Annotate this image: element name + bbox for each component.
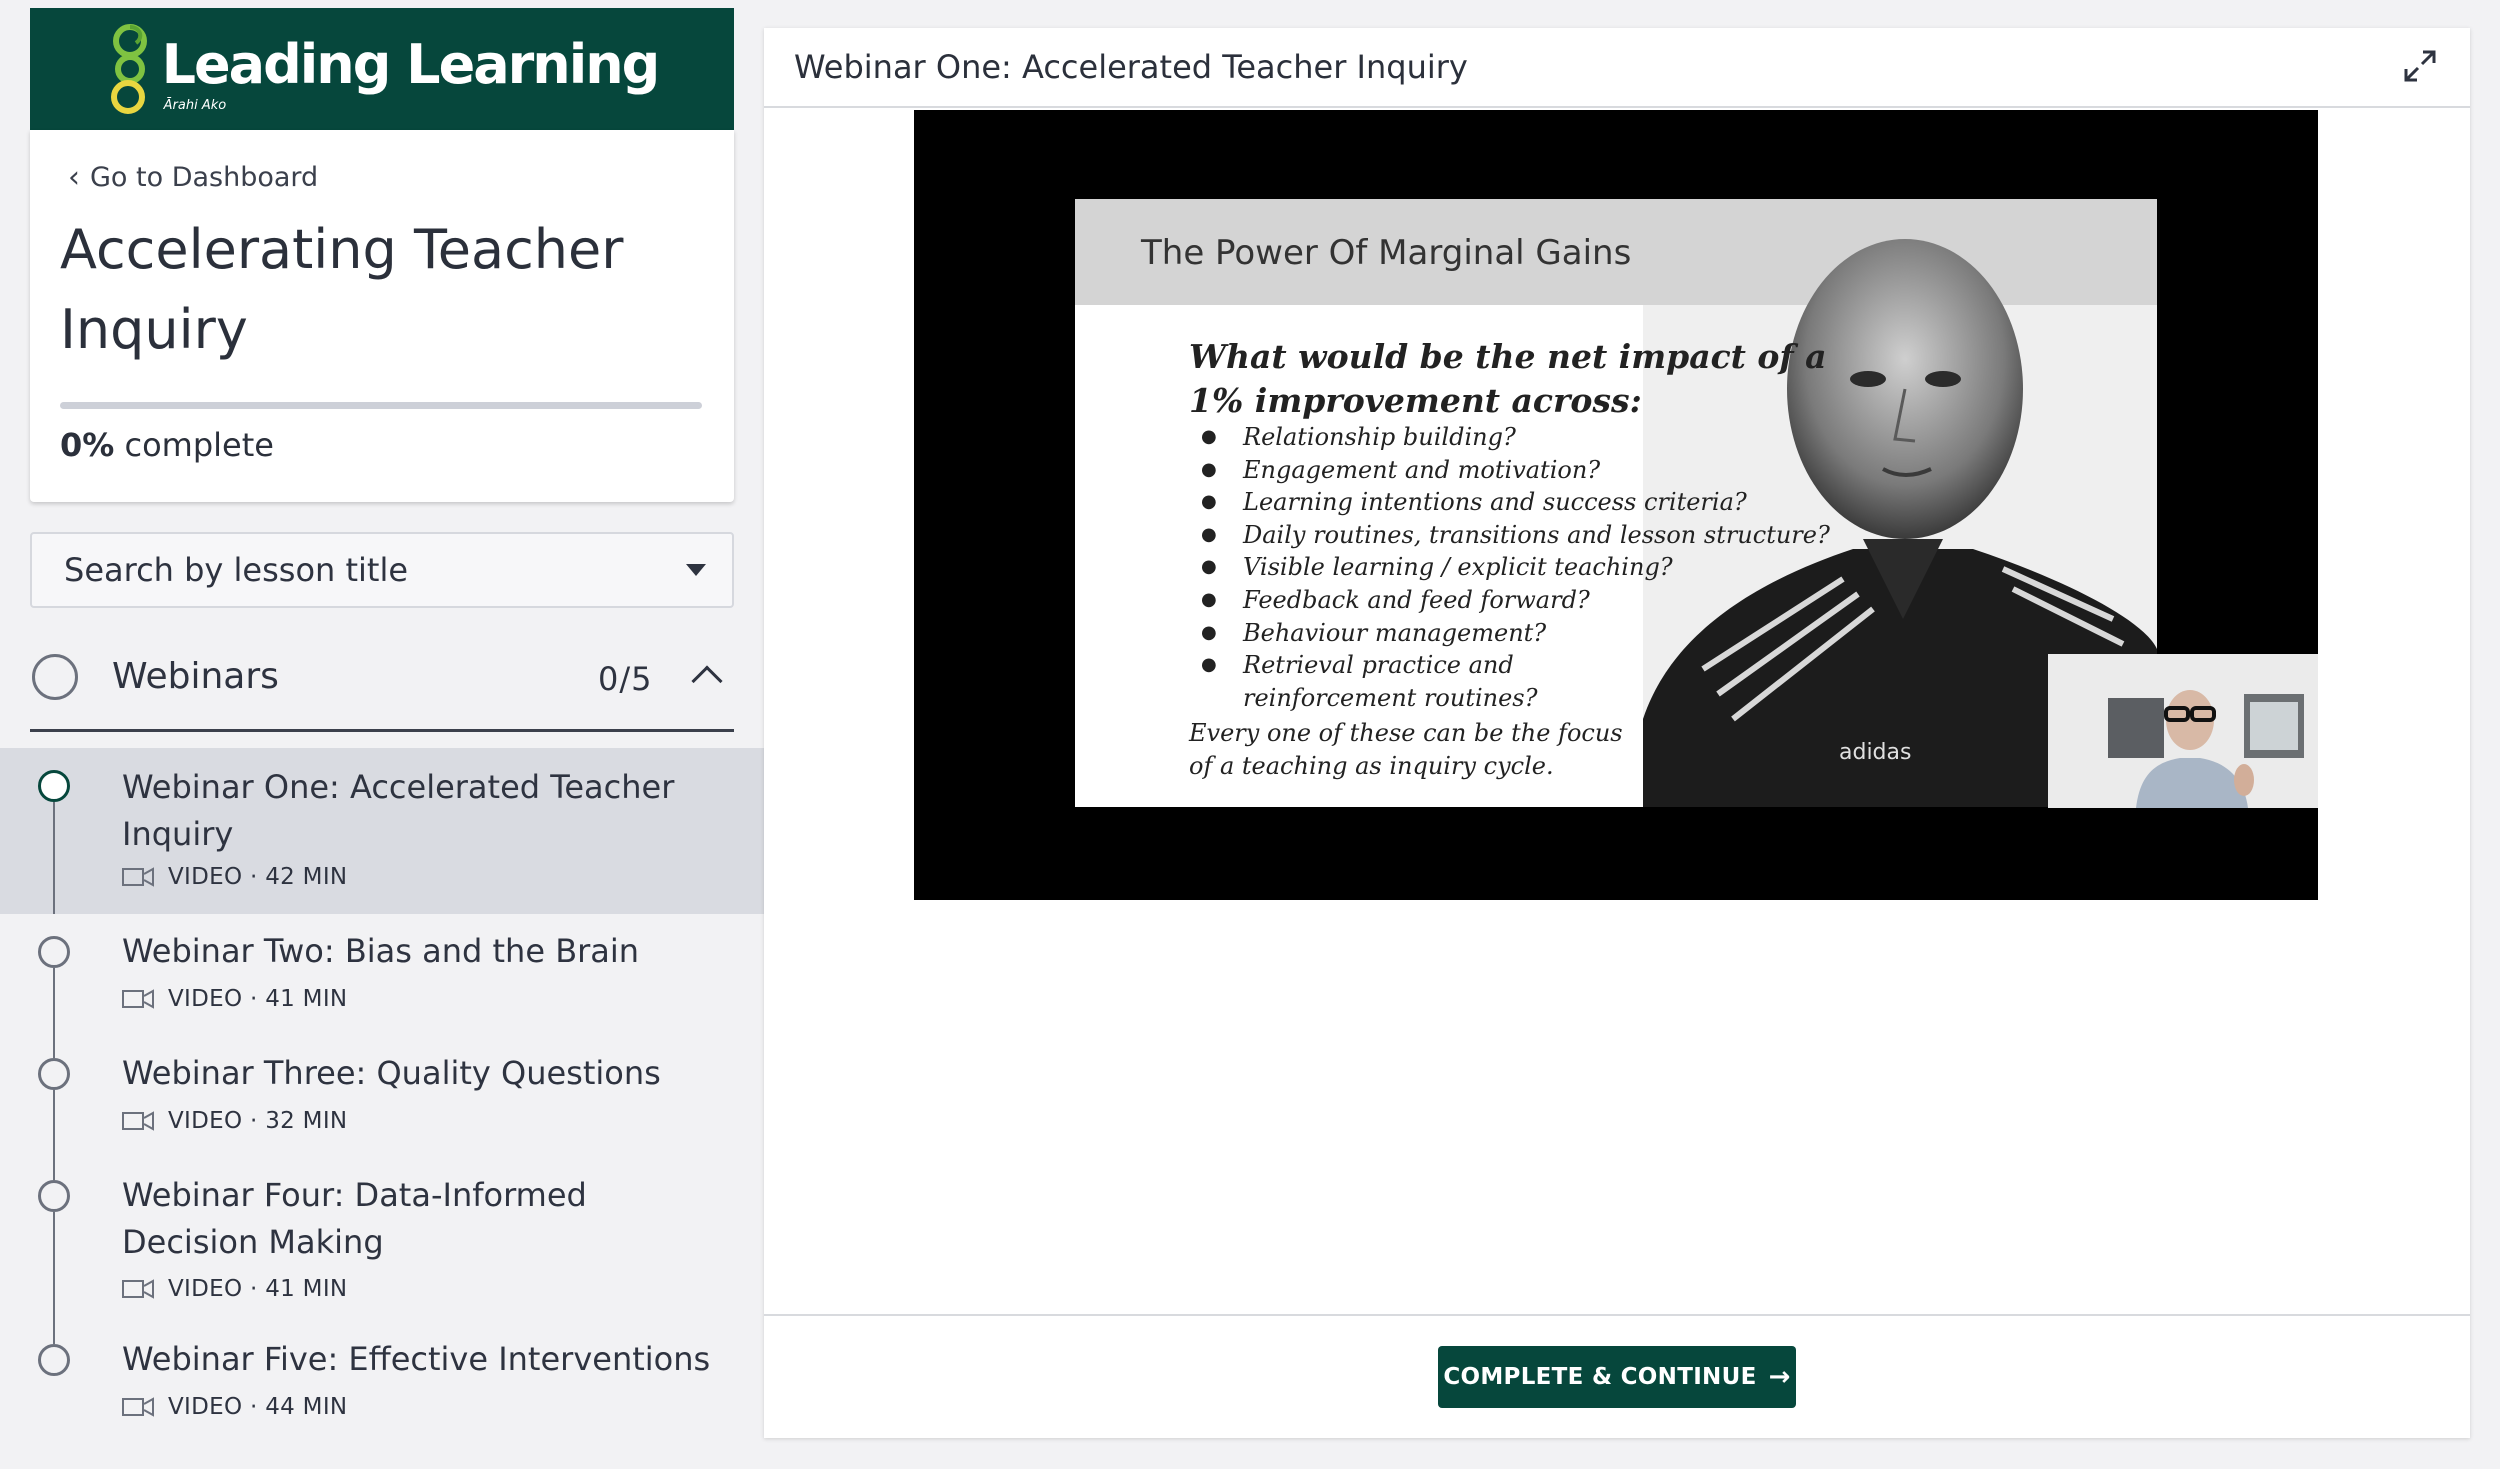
progress-bar bbox=[60, 402, 702, 409]
lesson-list: Webinar One: Accelerated Teacher Inquiry… bbox=[0, 748, 764, 1448]
lesson-item-webinar-three[interactable]: Webinar Three: Quality Questions VIDEO ·… bbox=[0, 1036, 764, 1158]
brand-subtitle: Ārahi Ako bbox=[163, 98, 227, 113]
course-card: ‹ Go to Dashboard Accelerating Teacher I… bbox=[30, 130, 734, 502]
section-progress-circle-icon bbox=[32, 654, 78, 700]
lesson-connector-line bbox=[53, 968, 55, 1036]
go-to-dashboard-link[interactable]: ‹ Go to Dashboard bbox=[68, 162, 318, 193]
slide-footer-line: Every one of these can be the focus bbox=[1189, 719, 1623, 747]
lesson-status-circle-icon bbox=[38, 1344, 70, 1376]
lesson-status-circle-icon bbox=[38, 1058, 70, 1090]
video-camera-icon bbox=[122, 867, 154, 887]
video-camera-icon bbox=[122, 1397, 154, 1417]
lesson-meta-text: VIDEO · 44 MIN bbox=[168, 1394, 348, 1420]
lesson-connector-line bbox=[53, 1212, 55, 1326]
lesson-search-dropdown[interactable]: Search by lesson title bbox=[30, 532, 734, 608]
presentation-slide: The Power Of Marginal Gains adidas What … bbox=[1075, 199, 2157, 807]
lesson-title: Webinar Four: Data-Informed Decision Mak… bbox=[122, 1176, 587, 1261]
slide-bullet: Visible learning / explicit teaching? bbox=[1201, 551, 1830, 584]
brand-name: Leading Learning Ārahi Ako bbox=[161, 33, 661, 113]
lesson-meta-text: VIDEO · 41 MIN bbox=[168, 1276, 348, 1302]
video-camera-icon bbox=[122, 1279, 154, 1299]
lesson-title: Webinar One: Accelerated Teacher Inquiry bbox=[122, 768, 675, 853]
lesson-item-webinar-four[interactable]: Webinar Four: Data-Informed Decision Mak… bbox=[0, 1158, 764, 1326]
complete-and-continue-button[interactable]: COMPLETE & CONTINUE → bbox=[1438, 1346, 1796, 1408]
brand-logo-bar[interactable]: Leading Learning Ārahi Ako bbox=[30, 8, 734, 130]
slide-bullet: Engagement and motivation? bbox=[1201, 454, 1830, 487]
slide-question: What would be the net impact of a 1% imp… bbox=[1189, 337, 1827, 420]
complete-button-label: COMPLETE & CONTINUE bbox=[1443, 1364, 1757, 1390]
lesson-meta-text: VIDEO · 42 MIN bbox=[168, 864, 348, 890]
lesson-meta-text: VIDEO · 41 MIN bbox=[168, 986, 348, 1012]
slide-bullet: Relationship building? bbox=[1201, 421, 1830, 454]
slide-bullet-continuation: reinforcement routines? bbox=[1243, 683, 1538, 712]
lesson-item-webinar-five[interactable]: Webinar Five: Effective Interventions VI… bbox=[0, 1326, 764, 1448]
video-player[interactable]: The Power Of Marginal Gains adidas What … bbox=[914, 110, 2318, 900]
lesson-meta: VIDEO · 41 MIN bbox=[122, 1276, 347, 1302]
slide-bullet: Behaviour management? bbox=[1201, 617, 1830, 650]
lesson-meta: VIDEO · 41 MIN bbox=[122, 986, 347, 1012]
lesson-footer: COMPLETE & CONTINUE → bbox=[764, 1314, 2470, 1438]
section-title: Webinars bbox=[112, 656, 279, 697]
chevron-up-icon[interactable] bbox=[691, 665, 723, 697]
lesson-status-circle-icon bbox=[38, 770, 70, 802]
back-link-label: Go to Dashboard bbox=[90, 162, 319, 193]
sidebar: Leading Learning Ārahi Ako ‹ Go to Dashb… bbox=[0, 0, 764, 1469]
lesson-search-placeholder: Search by lesson title bbox=[64, 551, 409, 589]
lesson-title: Webinar Three: Quality Questions bbox=[122, 1054, 661, 1092]
slide-bullet: Retrieval practice and bbox=[1201, 649, 1830, 682]
caret-down-icon bbox=[686, 564, 706, 576]
video-camera-icon bbox=[122, 1111, 154, 1131]
lesson-connector-line bbox=[53, 1090, 55, 1158]
progress-suffix: complete bbox=[124, 426, 274, 464]
jacket-brand-text: adidas bbox=[1839, 740, 1911, 765]
progress-value: 0% bbox=[60, 426, 115, 464]
lesson-meta: VIDEO · 32 MIN bbox=[122, 1108, 347, 1134]
chevron-left-icon: ‹ bbox=[68, 159, 80, 195]
lesson-header: Webinar One: Accelerated Teacher Inquiry bbox=[764, 28, 2470, 108]
lesson-title: Webinar Five: Effective Interventions bbox=[122, 1340, 711, 1378]
lesson-content-panel: Webinar One: Accelerated Teacher Inquiry… bbox=[764, 28, 2470, 1438]
presenter-webcam-thumbnail bbox=[2048, 654, 2318, 808]
slide-footer-line: of a teaching as inquiry cycle. bbox=[1189, 752, 1554, 780]
video-camera-icon bbox=[122, 989, 154, 1009]
slide-bullet: Feedback and feed forward? bbox=[1201, 584, 1830, 617]
slide-bullet: Learning intentions and success criteria… bbox=[1201, 486, 1830, 519]
lesson-connector-line bbox=[53, 1036, 55, 1058]
koru-logo-icon bbox=[110, 24, 147, 114]
lesson-status-circle-icon bbox=[38, 1180, 70, 1212]
lesson-item-webinar-two[interactable]: Webinar Two: Bias and the Brain VIDEO · … bbox=[0, 914, 764, 1036]
lesson-meta-text: VIDEO · 32 MIN bbox=[168, 1108, 348, 1134]
lesson-title: Webinar Two: Bias and the Brain bbox=[122, 932, 640, 970]
section-count: 0/5 bbox=[598, 660, 653, 698]
lesson-connector-line bbox=[53, 802, 55, 914]
section-header-webinars[interactable]: Webinars 0/5 bbox=[30, 640, 734, 732]
slide-title: The Power Of Marginal Gains bbox=[1141, 233, 1632, 273]
lesson-connector-line bbox=[53, 1326, 55, 1344]
slide-bullet-list: Relationship building? Engagement and mo… bbox=[1201, 421, 1830, 714]
lesson-item-webinar-one[interactable]: Webinar One: Accelerated Teacher Inquiry… bbox=[0, 748, 764, 914]
lesson-meta: VIDEO · 44 MIN bbox=[122, 1394, 347, 1420]
lesson-meta: VIDEO · 42 MIN bbox=[122, 864, 347, 890]
course-title: Accelerating Teacher Inquiry bbox=[60, 218, 624, 361]
expand-fullscreen-icon[interactable] bbox=[2400, 46, 2440, 86]
lesson-connector-line bbox=[53, 1158, 55, 1180]
lesson-status-circle-icon bbox=[38, 936, 70, 968]
lesson-title-heading: Webinar One: Accelerated Teacher Inquiry bbox=[794, 48, 1468, 86]
arrow-right-icon: → bbox=[1768, 1362, 1791, 1392]
progress-label: 0% complete bbox=[60, 426, 274, 464]
slide-bullet: Daily routines, transitions and lesson s… bbox=[1201, 519, 1830, 552]
slide-footer: Every one of these can be the focus of a… bbox=[1189, 717, 1623, 783]
